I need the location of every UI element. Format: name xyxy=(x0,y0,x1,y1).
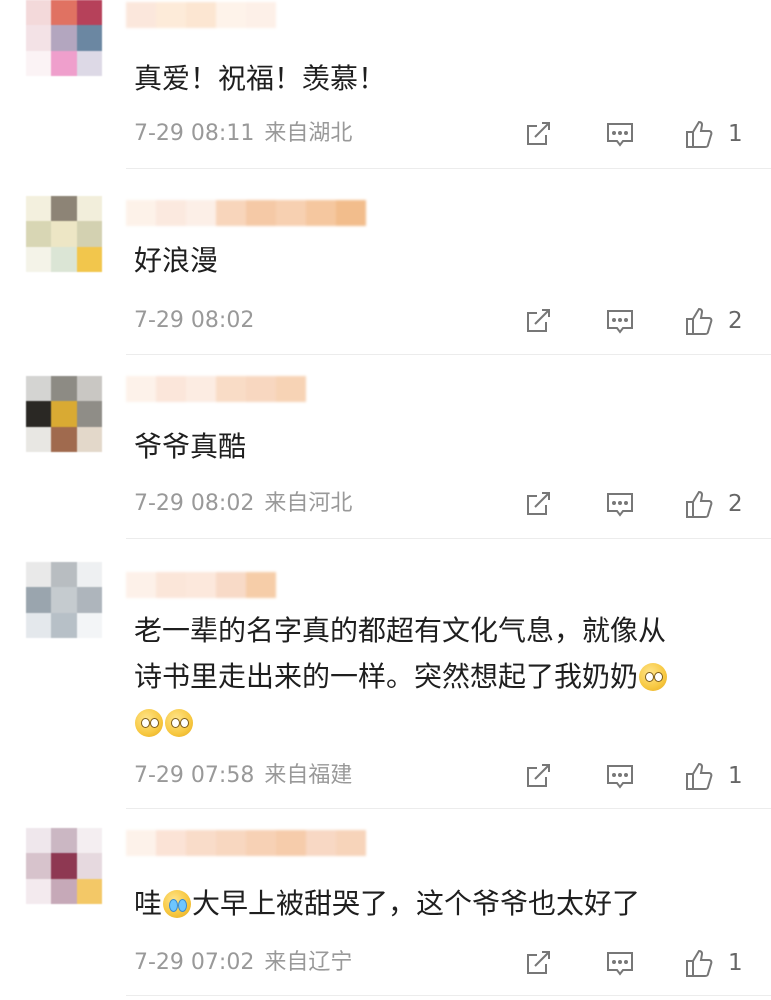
share-icon[interactable] xyxy=(523,948,553,978)
username-blurred[interactable] xyxy=(126,572,276,598)
comment-actions: 1 xyxy=(0,761,771,791)
avatar[interactable] xyxy=(26,828,102,904)
comment-text: 爷爷真酷 xyxy=(134,430,247,463)
divider xyxy=(126,354,771,355)
username-blurred[interactable] xyxy=(126,830,366,856)
like-count: 1 xyxy=(728,763,743,789)
comment-actions: 2 xyxy=(0,306,771,336)
divider xyxy=(126,808,771,809)
thumbs-up-icon[interactable] xyxy=(684,761,714,791)
divider xyxy=(126,995,771,996)
avatar[interactable] xyxy=(26,376,102,452)
divider xyxy=(126,168,771,169)
username-blurred[interactable] xyxy=(126,200,366,226)
like-count: 1 xyxy=(728,121,743,147)
share-icon[interactable] xyxy=(523,119,553,149)
like-count: 1 xyxy=(728,950,743,976)
crying-face-emoji xyxy=(163,890,192,918)
thumbs-up-icon[interactable] xyxy=(684,489,714,519)
comment-actions: 1 xyxy=(0,119,771,149)
like-count: 2 xyxy=(728,308,743,334)
divider xyxy=(126,538,771,539)
share-icon[interactable] xyxy=(523,761,553,791)
comment-text: 哇大早上被甜哭了，这个爷爷也太好了 xyxy=(134,881,747,927)
pleading-face-emoji xyxy=(639,663,668,691)
reply-icon[interactable] xyxy=(605,306,635,336)
avatar[interactable] xyxy=(26,0,102,76)
thumbs-up-icon[interactable] xyxy=(684,119,714,149)
comment-text-segment: 诗书里走出来的一样。突然想起了我奶奶 xyxy=(134,660,639,693)
reply-icon[interactable] xyxy=(605,489,635,519)
username-blurred[interactable] xyxy=(126,2,276,28)
comment-text-segment: 大早上被甜哭了，这个爷爷也太好了 xyxy=(192,887,641,920)
thumbs-up-icon[interactable] xyxy=(684,306,714,336)
reply-icon[interactable] xyxy=(605,761,635,791)
share-icon[interactable] xyxy=(523,306,553,336)
comment-text-line xyxy=(134,700,747,746)
share-icon[interactable] xyxy=(523,489,553,519)
avatar[interactable] xyxy=(26,562,102,638)
reply-icon[interactable] xyxy=(605,119,635,149)
username-blurred[interactable] xyxy=(126,376,306,402)
comment-text-line: 诗书里走出来的一样。突然想起了我奶奶 xyxy=(134,654,747,700)
pleading-face-emoji xyxy=(135,709,163,737)
comment-text-segment: 哇 xyxy=(134,887,163,920)
like-count: 2 xyxy=(728,491,743,517)
thumbs-up-icon[interactable] xyxy=(684,948,714,978)
comment-text-line: 老一辈的名字真的都超有文化气息，就像从 xyxy=(134,614,667,647)
comment-text: 好浪漫 xyxy=(134,244,219,277)
comment-actions: 1 xyxy=(0,948,771,978)
pleading-face-emoji xyxy=(165,709,193,737)
comment-text: 真爱！祝福！羡慕！ xyxy=(134,62,387,95)
comment-actions: 2 xyxy=(0,489,771,519)
reply-icon[interactable] xyxy=(605,948,635,978)
comment-text: 老一辈的名字真的都超有文化气息，就像从 诗书里走出来的一样。突然想起了我奶奶 xyxy=(134,608,747,746)
avatar[interactable] xyxy=(26,196,102,272)
